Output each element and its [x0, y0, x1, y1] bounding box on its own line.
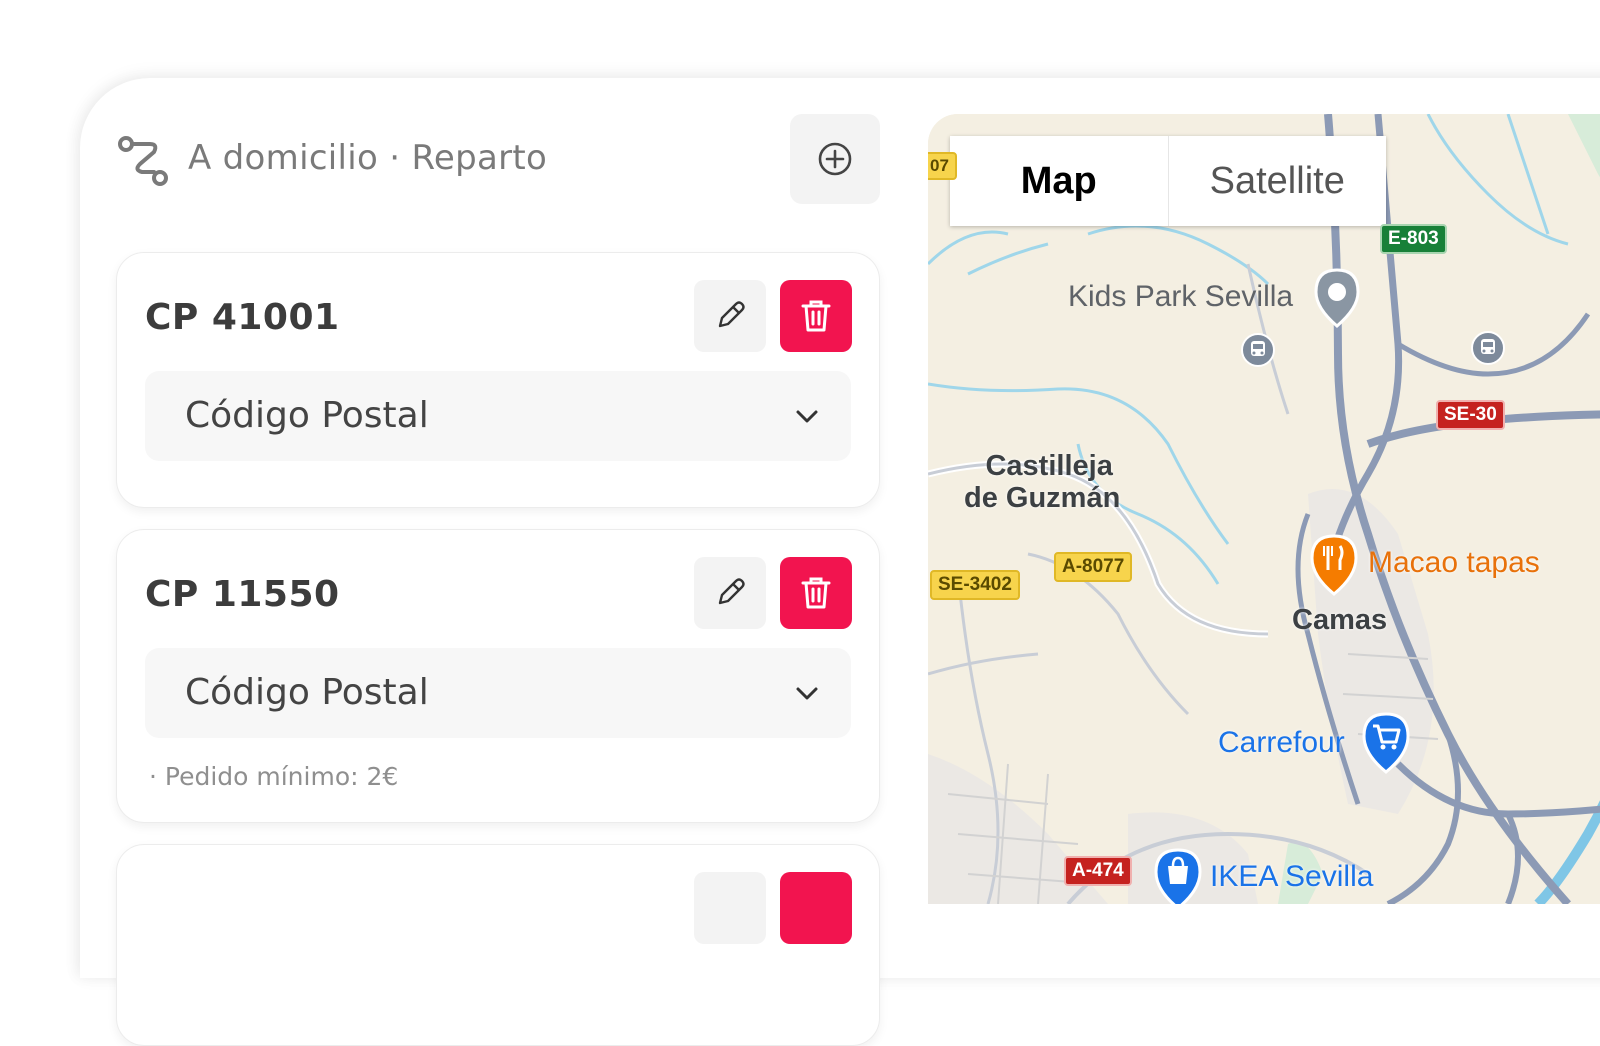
pencil-icon: [718, 301, 745, 328]
map-place-castilleja[interactable]: Castilleja de Guzmán: [964, 450, 1120, 514]
zone-title: CP 11550: [145, 574, 340, 615]
shopping-bag-icon[interactable]: [1152, 848, 1204, 904]
zone-type-value: Código Postal: [185, 395, 429, 436]
shopping-cart-icon[interactable]: [1360, 712, 1412, 776]
map-place-camas[interactable]: Camas: [1292, 604, 1387, 637]
map-place-macao-tapas[interactable]: Macao tapas: [1368, 546, 1540, 580]
add-zone-button[interactable]: [790, 114, 880, 204]
map-place-castilleja-line2: de Guzmán: [964, 482, 1121, 514]
map-place-carrefour[interactable]: Carrefour: [1218, 726, 1345, 760]
road-shield: 07: [928, 152, 957, 180]
edit-zone-button[interactable]: [694, 557, 766, 629]
road-shield-a474: A-474: [1064, 856, 1132, 886]
road-shield-se3402: SE-3402: [930, 570, 1020, 600]
zone-card: CP 11550 Código Postal · Pedido mínimo: …: [116, 529, 880, 823]
edit-zone-button[interactable]: [694, 872, 766, 944]
zone-title: CP 41001: [145, 297, 340, 338]
chevron-down-icon: [796, 410, 818, 423]
road-shield-se30: SE-30: [1436, 400, 1505, 430]
zone-type-select[interactable]: Código Postal: [145, 648, 851, 738]
zone-type-value: Código Postal: [185, 672, 429, 713]
map-type-satellite-tab[interactable]: Satellite: [1167, 136, 1387, 226]
delete-zone-button[interactable]: [780, 280, 852, 352]
delivery-header: A domicilio · Reparto: [116, 114, 886, 206]
delivery-panel: A domicilio · Reparto CP 41001 Código Po…: [80, 78, 1600, 1046]
zone-card: [116, 844, 880, 1046]
minimum-order-note: · Pedido mínimo: 2€: [149, 762, 399, 791]
zone-card: CP 41001 Código Postal: [116, 252, 880, 508]
delete-zone-button[interactable]: [780, 557, 852, 629]
trash-icon: [801, 300, 831, 332]
map-place-ikea[interactable]: IKEA Sevilla: [1210, 860, 1373, 894]
map-type-control: Map Satellite: [950, 136, 1386, 226]
pencil-icon: [718, 578, 745, 605]
restaurant-icon[interactable]: [1308, 534, 1360, 598]
map-place-castilleja-line1: Castilleja: [985, 450, 1113, 482]
train-station-icon[interactable]: [1470, 330, 1506, 366]
page-title: A domicilio · Reparto: [188, 138, 548, 178]
train-station-icon[interactable]: [1240, 332, 1276, 368]
map-view[interactable]: Map Satellite 07 E-803 SE-30 A-8077 SE-3…: [928, 114, 1600, 904]
chevron-down-icon: [796, 687, 818, 700]
road-shield-e803: E-803: [1380, 224, 1447, 254]
zone-type-select[interactable]: Código Postal: [145, 371, 851, 461]
road-shield-a8077: A-8077: [1054, 552, 1133, 582]
edit-zone-button[interactable]: [694, 280, 766, 352]
trash-icon: [801, 577, 831, 609]
route-icon: [118, 136, 168, 186]
map-place-kids-park[interactable]: Kids Park Sevilla: [1068, 280, 1293, 314]
plus-circle-icon: [818, 142, 852, 176]
map-pin-icon[interactable]: [1312, 268, 1362, 330]
map-type-map-tab[interactable]: Map: [950, 136, 1168, 226]
delete-zone-button[interactable]: [780, 872, 852, 944]
